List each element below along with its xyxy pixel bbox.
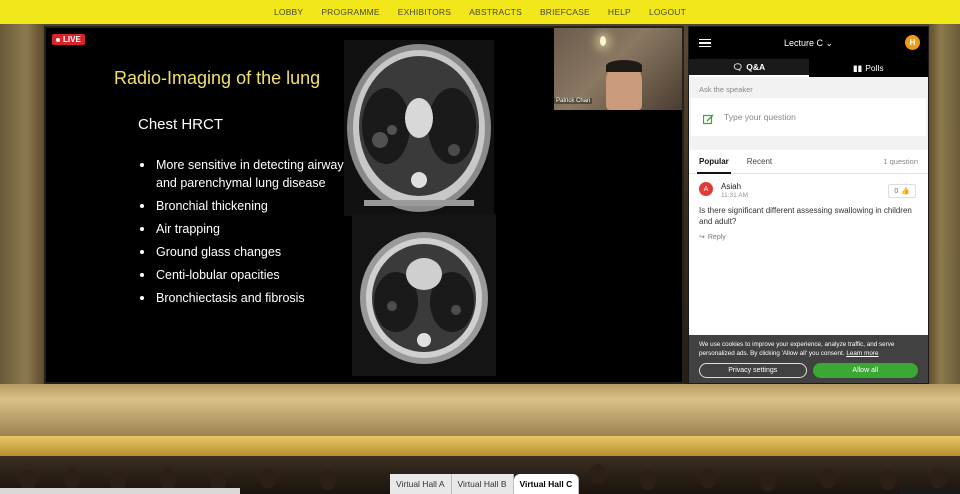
spacer [689, 138, 928, 150]
sort-popular[interactable]: Popular [697, 150, 731, 174]
nav-logout[interactable]: LOGOUT [649, 7, 686, 17]
tab-polls[interactable]: ▮▮ Polls [808, 59, 928, 77]
hall-tabs: Virtual Hall A Virtual Hall B Virtual Ha… [390, 474, 580, 494]
top-navigation: LOBBY PROGRAMME EXHIBITORS ABSTRACTS BRI… [0, 0, 960, 24]
audience-head [320, 470, 336, 490]
live-badge: LIVE [52, 34, 85, 45]
audience-head [64, 468, 80, 488]
nav-abstracts[interactable]: ABSTRACTS [469, 7, 522, 17]
stage-edge [0, 436, 960, 456]
audience-head [930, 468, 946, 488]
audience-head [760, 471, 776, 491]
taskbar-fragment [900, 488, 960, 494]
like-count: 0 [894, 187, 899, 195]
ct-scan-image-upper [344, 40, 494, 216]
question-placeholder: Type your question [724, 112, 796, 122]
qa-panel: Lecture C ⌄ H 🗨 Q&A ▮▮ Polls Ask the spe… [688, 26, 929, 384]
audience-head [160, 469, 176, 489]
slide-subtitle: Chest HRCT [138, 116, 224, 133]
question-time: 11:31 AM [721, 192, 748, 199]
tab-virtual-hall-a[interactable]: Virtual Hall A [390, 474, 452, 494]
user-avatar[interactable]: H [905, 35, 920, 50]
tab-virtual-hall-b[interactable]: Virtual Hall B [451, 474, 514, 494]
tab-virtual-hall-c[interactable]: Virtual Hall C [513, 474, 580, 494]
reply-icon: ↪ [699, 234, 705, 241]
cookie-text: We use cookies to improve your experienc… [699, 340, 918, 358]
polls-icon: ▮▮ [852, 62, 863, 73]
allow-all-button[interactable]: Allow all [812, 363, 918, 378]
tab-polls-label: Polls [865, 63, 884, 73]
panel-tabs: 🗨 Q&A ▮▮ Polls [689, 59, 928, 77]
audience-head [20, 470, 36, 490]
question-meta: Asiah 11:31 AM [721, 182, 748, 199]
live-dot-icon [56, 37, 60, 42]
thumbs-up-icon: 👍 [901, 188, 910, 195]
tab-qa-label: Q&A [746, 62, 766, 72]
slide-bullet: More sensitive in detecting airway and p… [138, 156, 358, 192]
bottom-left-bar [0, 488, 240, 494]
audience-head [260, 468, 276, 488]
reply-label: Reply [707, 233, 726, 241]
qa-icon: 🗨 [732, 61, 744, 72]
speaker-name-tag: Patrick Chan [554, 98, 593, 104]
tab-qa[interactable]: 🗨 Q&A [689, 59, 809, 77]
slide-bullets: More sensitive in detecting airway and p… [138, 156, 358, 312]
sort-bar: Popular Recent 1 question [689, 150, 928, 174]
panel-header: Lecture C ⌄ H [689, 27, 928, 59]
nav-lobby[interactable]: LOBBY [274, 7, 303, 17]
privacy-settings-button[interactable]: Privacy settings [699, 363, 807, 378]
live-label: LIVE [63, 35, 81, 44]
webcam-lamp [600, 36, 606, 46]
lecture-selector[interactable]: Lecture C ⌄ [784, 38, 833, 49]
edit-icon [702, 112, 714, 124]
audience-head [590, 464, 606, 484]
question-header: A Asiah 11:31 AM [699, 182, 918, 199]
venue-wall-left [0, 24, 44, 384]
menu-icon[interactable] [699, 38, 711, 48]
cookie-learn-more-link[interactable]: Learn more [846, 350, 878, 357]
question-author: Asiah [721, 182, 742, 191]
nav-programme[interactable]: PROGRAMME [321, 7, 379, 17]
slide-bullet: Bronchial thickening [138, 197, 358, 215]
question-author-avatar: A [699, 182, 713, 196]
question-text: Is there significant different assessing… [699, 206, 912, 226]
nav-briefcase[interactable]: BRIEFCASE [540, 7, 590, 17]
slide-bullet: Air trapping [138, 220, 358, 238]
video-stream[interactable]: LIVE Radio-Imaging of the lung Chest HRC… [44, 26, 684, 384]
audience-head [640, 470, 656, 490]
speaker-webcam: Patrick Chan [554, 28, 682, 110]
ask-label: Ask the speaker [689, 77, 928, 98]
audience-head [880, 470, 896, 490]
cookie-buttons: Privacy settings Allow all [699, 363, 918, 378]
nav-exhibitors[interactable]: EXHIBITORS [398, 7, 451, 17]
reply-button[interactable]: ↪ Reply [699, 233, 918, 242]
slide-bullet: Bronchiectasis and fibrosis [138, 289, 358, 307]
stage-floor [0, 384, 960, 436]
venue-wall-right [928, 24, 960, 384]
like-button[interactable]: 0 👍 [888, 184, 916, 198]
lecture-title: Lecture C [783, 37, 823, 48]
question-input[interactable]: Type your question [691, 98, 926, 136]
audience-head [820, 468, 836, 488]
question-item: A Asiah 11:31 AM 0 👍 Is there significan… [689, 174, 928, 249]
slide-bullet: Ground glass changes [138, 243, 358, 261]
chevron-down-icon: ⌄ [825, 37, 834, 48]
slide-title: Radio-Imaging of the lung [114, 68, 321, 88]
sort-recent[interactable]: Recent [747, 150, 772, 174]
nav-help[interactable]: HELP [608, 7, 631, 17]
ask-area: Type your question [689, 98, 928, 138]
cookie-banner: We use cookies to improve your experienc… [689, 335, 928, 383]
slide-bullet: Centi-lobular opacities [138, 266, 358, 284]
ct-scan-image-lower [352, 214, 496, 376]
audience-head [700, 468, 716, 488]
question-count: 1 question [883, 157, 918, 166]
speaker-hair [606, 60, 642, 72]
